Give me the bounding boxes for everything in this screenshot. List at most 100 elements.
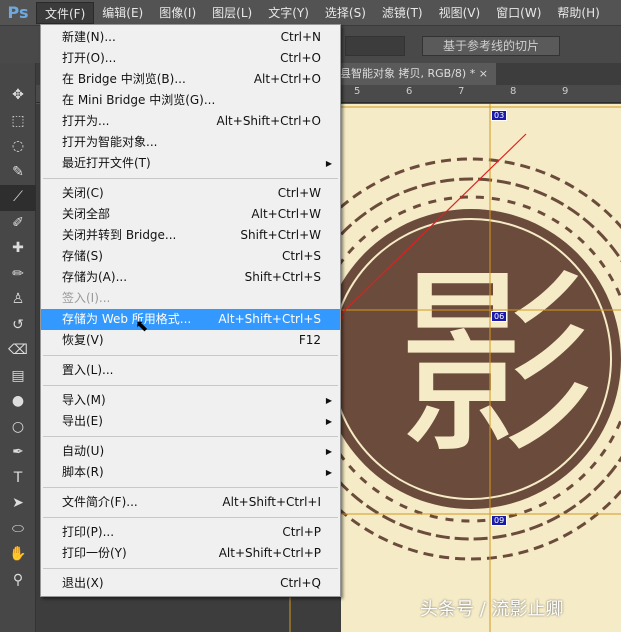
menu-item-shortcut: Alt+Shift+Ctrl+I <box>222 495 321 509</box>
hand-tool-icon[interactable]: ✋ <box>0 542 36 568</box>
slice-label[interactable]: 03 <box>491 110 508 121</box>
menu-item[interactable]: 关闭并转到 Bridge... Shift+Ctrl+W <box>41 225 340 246</box>
ruler-tick-label: 7 <box>458 86 465 97</box>
menu-item[interactable]: 恢复(V) F12 <box>41 330 340 351</box>
menu-item-label: 文件简介(F)... <box>62 495 138 509</box>
menu-item-shortcut: Ctrl+P <box>282 525 321 539</box>
gradient-tool-icon[interactable]: ▤ <box>0 364 36 390</box>
menu-item[interactable]: 存储为 Web 所用格式... Alt+Shift+Ctrl+S ⬉ <box>41 309 340 335</box>
ruler-tick-label: 8 <box>510 86 517 97</box>
eraser-tool-icon[interactable]: ⌫ <box>0 338 36 364</box>
menu-separator <box>43 517 338 518</box>
history-brush-tool-icon[interactable]: ↺ <box>0 313 36 339</box>
menu-item-shortcut: Alt+Shift+Ctrl+S <box>218 312 321 326</box>
shape-tool-icon[interactable]: ⬭ <box>0 517 36 543</box>
path-select-tool-icon[interactable]: ➤ <box>0 491 36 517</box>
slice-label[interactable]: 09 <box>491 515 508 526</box>
ruler-tick-label: 5 <box>354 86 361 97</box>
watermark: 头条号 / 流影止卿 <box>420 599 564 620</box>
menu-item[interactable]: 在 Mini Bridge 中浏览(G)... <box>41 90 340 111</box>
menu-item[interactable]: 存储为(A)... Shift+Ctrl+S <box>41 267 340 288</box>
file-menu-dropdown: 新建(N)... Ctrl+N 打开(O)... Ctrl+O 在 Bridge 中浏览… <box>40 24 341 597</box>
menu-1[interactable]: 编辑(E) <box>94 2 151 24</box>
menu-bar: Ps 文件(F) 编辑(E) 图像(I) 图层(L) 文字(Y) 选择(S) 滤镜(T) 视图… <box>0 0 621 25</box>
menu-item[interactable]: 打印一份(Y) Alt+Shift+Ctrl+P <box>41 543 340 564</box>
menu-item-label: 存储为(A)... <box>62 270 128 284</box>
menu-item[interactable]: 打印(P)... Ctrl+P <box>41 522 340 543</box>
eyedropper-tool-icon[interactable]: ✐ <box>0 211 36 237</box>
menu-item[interactable]: 打开为智能对象... <box>41 132 340 153</box>
menu-separator <box>43 385 338 386</box>
menu-item[interactable]: 在 Bridge 中浏览(B)... Alt+Ctrl+O <box>41 69 340 90</box>
menu-2[interactable]: 图像(I) <box>151 2 204 24</box>
menu-item-label: 脚本(R) <box>62 465 104 479</box>
ruler-tick-label: 6 <box>406 86 413 97</box>
zoom-tool-icon[interactable]: ⚲ <box>0 568 36 594</box>
menu-item[interactable]: 文件简介(F)... Alt+Shift+Ctrl+I <box>41 492 340 513</box>
menu-item[interactable]: 关闭(C) Ctrl+W <box>41 183 340 204</box>
slice-label[interactable]: 06 <box>491 311 508 322</box>
menu-item-label: 新建(N)... <box>62 30 116 44</box>
menu-separator <box>43 568 338 569</box>
menu-item-label: 关闭全部 <box>62 207 111 221</box>
calligraphy-character: 影 <box>396 249 596 482</box>
menu-item[interactable]: 自动(U) ▶ <box>41 441 340 462</box>
menu-item[interactable]: 打开(O)... Ctrl+O <box>41 48 340 69</box>
menu-item-label: 打印(P)... <box>62 525 115 539</box>
menu-4[interactable]: 文字(Y) <box>260 2 317 24</box>
options-field[interactable] <box>345 36 405 56</box>
menu-item-shortcut: Ctrl+Q <box>280 576 321 590</box>
dodge-tool-icon[interactable]: ○ <box>0 415 36 441</box>
document-tab[interactable]: 县智能对象 拷贝, RGB/8) * × <box>336 63 496 85</box>
quick-select-tool-icon[interactable]: ✎ <box>0 160 36 186</box>
blur-tool-icon[interactable]: ● <box>0 389 36 415</box>
menu-item-shortcut: Alt+Ctrl+W <box>251 207 321 221</box>
menu-9[interactable]: 帮助(H) <box>549 2 607 24</box>
menu-item-label: 打印一份(Y) <box>62 546 127 560</box>
menu-item-label: 存储为 Web 所用格式... <box>62 312 192 326</box>
submenu-arrow-icon: ▶ <box>325 468 332 477</box>
menu-item[interactable]: 新建(N)... Ctrl+N <box>41 27 340 48</box>
menu-item-shortcut: Ctrl+N <box>280 30 321 44</box>
brush-tool-icon[interactable]: ✏ <box>0 262 36 288</box>
slices-from-guides-button[interactable]: 基于参考线的切片 <box>422 36 560 56</box>
menu-6[interactable]: 滤镜(T) <box>374 2 431 24</box>
menu-3[interactable]: 图层(L) <box>204 2 260 24</box>
move-tool-icon[interactable]: ✥ <box>0 83 36 109</box>
submenu-arrow-icon: ▶ <box>325 417 332 426</box>
menu-item[interactable]: 打开为... Alt+Shift+Ctrl+O <box>41 111 340 132</box>
menu-item-shortcut: F12 <box>298 333 321 347</box>
menu-item-label: 置入(L)... <box>62 363 114 377</box>
menu-item[interactable]: 脚本(R) ▶ <box>41 462 340 483</box>
menu-item-label: 签入(I)... <box>62 291 111 305</box>
menu-item[interactable]: 关闭全部 Alt+Ctrl+W <box>41 204 340 225</box>
slice-tool-icon[interactable]: ⟋ <box>0 185 36 211</box>
menu-item[interactable]: 退出(X) Ctrl+Q <box>41 573 340 594</box>
close-tab-icon[interactable]: × <box>479 67 488 80</box>
menu-item[interactable]: 导入(M) ▶ <box>41 390 340 411</box>
menu-item-label: 自动(U) <box>62 444 105 458</box>
menu-item: 签入(I)... <box>41 288 340 309</box>
menu-0[interactable]: 文件(F) <box>36 1 95 24</box>
menu-item-label: 关闭并转到 Bridge... <box>62 228 177 242</box>
menu-item[interactable]: 导出(E) ▶ <box>41 411 340 432</box>
menu-5[interactable]: 选择(S) <box>317 2 374 24</box>
menu-8[interactable]: 窗口(W) <box>488 2 549 24</box>
menu-7[interactable]: 视图(V) <box>431 2 489 24</box>
menu-item-shortcut: Ctrl+O <box>280 51 321 65</box>
menu-item-shortcut: Shift+Ctrl+S <box>244 270 321 284</box>
pen-tool-icon[interactable]: ✒ <box>0 440 36 466</box>
menu-item-shortcut: Alt+Shift+Ctrl+O <box>216 114 321 128</box>
stamp-tool-icon[interactable]: ♙ <box>0 287 36 313</box>
menu-item[interactable]: 置入(L)... <box>41 360 340 381</box>
healing-tool-icon[interactable]: ✚ <box>0 236 36 262</box>
menu-item-shortcut: Ctrl+W <box>277 186 321 200</box>
marquee-tool-icon[interactable]: ⬚ <box>0 109 36 135</box>
menu-item-label: 在 Mini Bridge 中浏览(G)... <box>62 93 216 107</box>
lasso-tool-icon[interactable]: ◌ <box>0 134 36 160</box>
menu-item[interactable]: 存储(S) Ctrl+S <box>41 246 340 267</box>
menu-item-label: 导入(M) <box>62 393 106 407</box>
type-tool-icon[interactable]: T <box>0 466 36 492</box>
ruler-tick-label: 9 <box>562 86 569 97</box>
menu-item[interactable]: 最近打开文件(T) ▶ <box>41 153 340 174</box>
